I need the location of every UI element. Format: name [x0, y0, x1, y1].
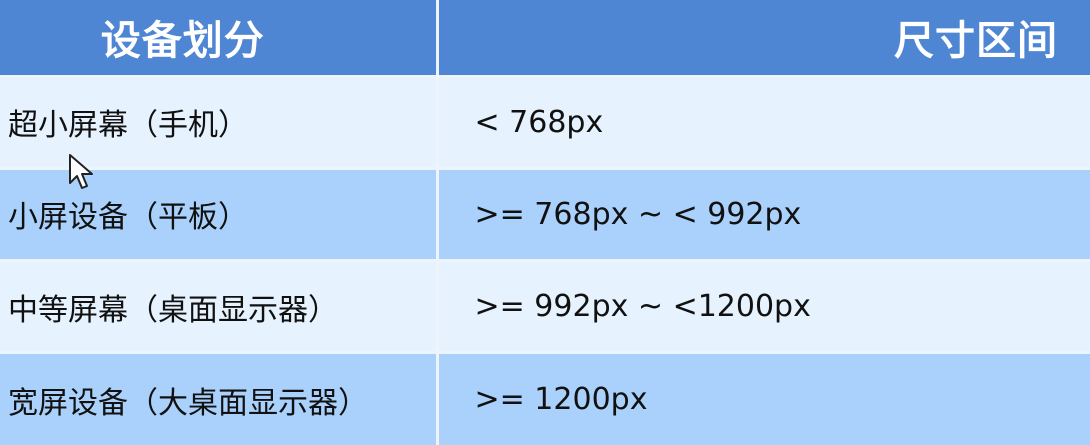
size-cell: >= 992px ~ <1200px — [437, 260, 1090, 355]
size-cell: >= 1200px — [474, 382, 648, 418]
table-row: 小屏设备（平板） >= 768px ~ < 992px — [0, 168, 1090, 263]
table-row: 超小屏幕（手机） < 768px — [0, 76, 1090, 170]
size-cell: < 768px — [437, 76, 1090, 170]
device-size-table: 设备划分 尺寸区间 超小屏幕（手机） < 768px 小屏设备（平板） >= 7… — [0, 0, 1090, 445]
device-cell: 小屏设备（平板） — [0, 168, 439, 263]
column-header-size: 尺寸区间 — [437, 0, 1090, 78]
table-row: 中等屏幕（桌面显示器） >= 992px ~ <1200px — [0, 260, 1090, 355]
device-cell: 中等屏幕（桌面显示器） — [0, 260, 439, 355]
size-cell: >= 768px ~ < 992px — [437, 168, 1090, 263]
table-row: 宽屏设备（大桌面显示器） >= 1200px — [0, 352, 1090, 445]
device-cell: 宽屏设备（大桌面显示器） — [0, 352, 439, 445]
table-header-row: 设备划分 尺寸区间 — [0, 0, 1090, 78]
column-header-device: 设备划分 — [0, 0, 439, 78]
device-cell: 超小屏幕（手机） — [0, 76, 439, 170]
device-size-table-container: 设备划分 尺寸区间 超小屏幕（手机） < 768px 小屏设备（平板） >= 7… — [0, 0, 1090, 445]
